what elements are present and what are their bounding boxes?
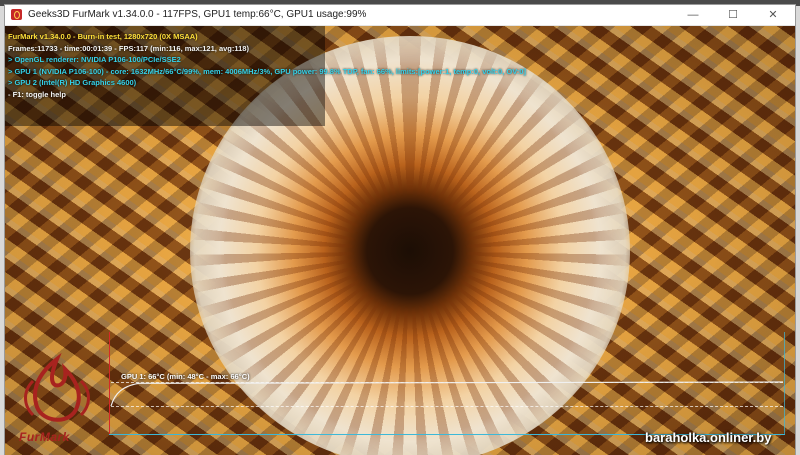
window-title: Geeks3D FurMark v1.34.0.0 - 117FPS, GPU1… xyxy=(28,9,367,20)
furmark-logo: FurMark xyxy=(9,351,105,447)
hud-title-line: FurMark v1.34.0.0 - Burn-in test, 1280x7… xyxy=(8,32,198,41)
furmark-window: Geeks3D FurMark v1.34.0.0 - 117FPS, GPU1… xyxy=(5,5,795,455)
furmark-app-icon[interactable] xyxy=(11,9,22,20)
maximize-button[interactable]: ☐ xyxy=(713,5,753,25)
graph-label: GPU 1: 66°C (min: 48°C - max: 66°C) xyxy=(121,372,250,381)
render-viewport[interactable]: FurMark v1.34.0.0 - Burn-in test, 1280x7… xyxy=(5,26,795,455)
minimize-button[interactable]: — xyxy=(673,5,713,25)
logo-text: FurMark xyxy=(19,430,70,444)
temp-curve xyxy=(110,381,784,407)
hud-help-line: - F1: toggle help xyxy=(8,89,66,99)
hud-gpu2-line: > GPU 2 (Intel(R) HD Graphics 4600) xyxy=(8,78,137,88)
hud-frames-line: Frames:11733 - time:00:01:39 - FPS:117 (… xyxy=(8,43,249,53)
furmark-flame-logo-icon xyxy=(24,352,90,422)
graph-curve-layer xyxy=(110,381,784,407)
title-bar[interactable]: Geeks3D FurMark v1.34.0.0 - 117FPS, GPU1… xyxy=(5,5,795,26)
hud-gpu1-line: > GPU 1 (NVIDIA P106-100) - core: 1632MH… xyxy=(8,66,526,76)
hud-overlay: FurMark v1.34.0.0 - Burn-in test, 1280x7… xyxy=(8,31,526,101)
hud-renderer-line: > OpenGL renderer: NVIDIA P106-100/PCIe/… xyxy=(8,55,181,65)
gpu-temp-graph: GPU 1: 66°C (min: 48°C - max: 66°C) xyxy=(109,332,785,435)
close-button[interactable]: ✕ xyxy=(753,5,793,25)
watermark: baraholka.onliner.by xyxy=(645,430,772,445)
